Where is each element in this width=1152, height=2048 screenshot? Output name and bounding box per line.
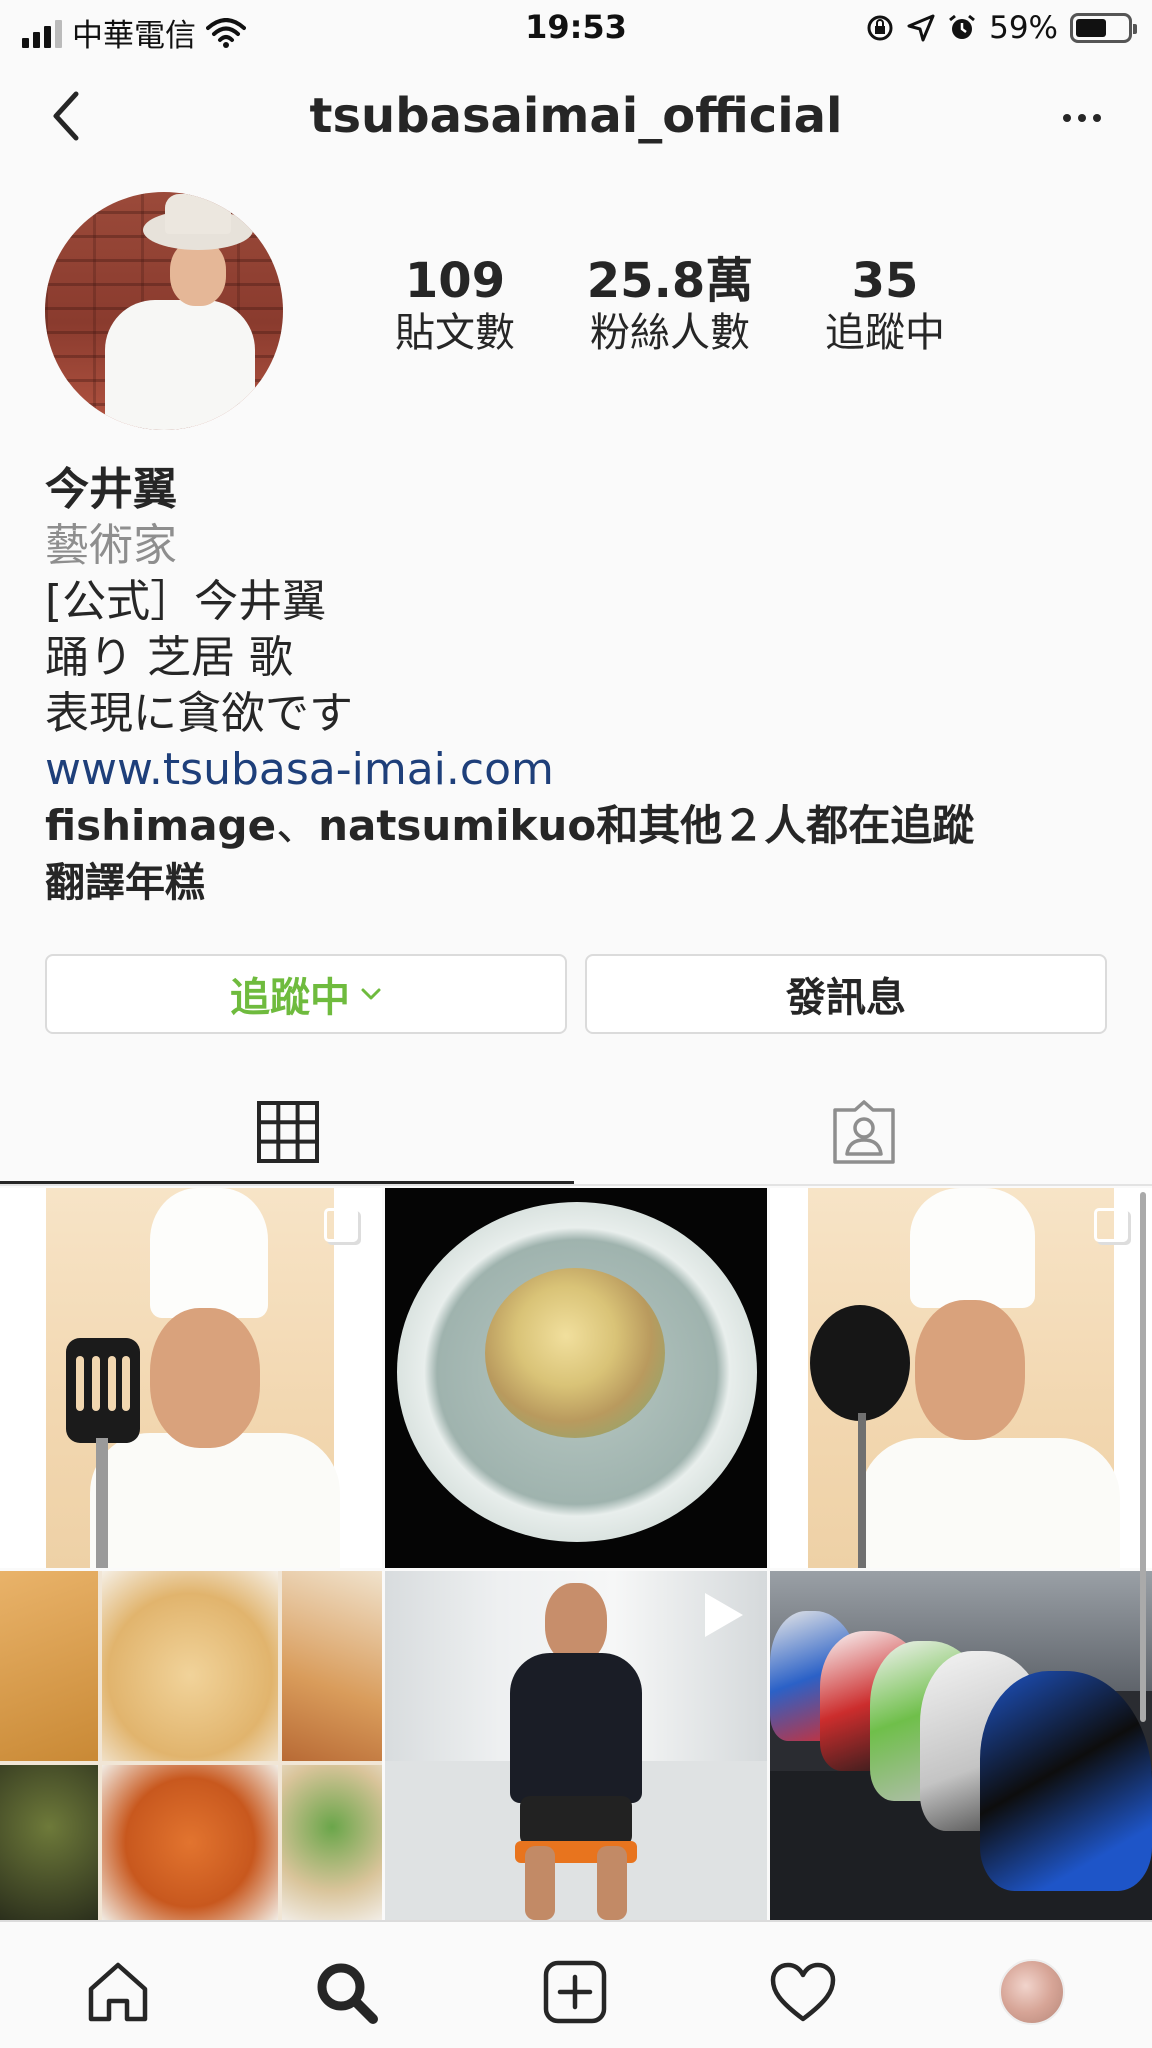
location-icon: [907, 14, 935, 42]
follower-username[interactable]: fishimage: [45, 801, 276, 850]
stat-label: 貼文數: [395, 309, 515, 356]
ladle-illustration: [810, 1305, 910, 1568]
spatula-illustration: [66, 1338, 140, 1568]
message-label: 發訊息: [786, 975, 906, 1021]
follower-username[interactable]: natsumikuo: [318, 801, 596, 850]
stat-label: 粉絲人數: [590, 309, 750, 356]
more-horizontal-icon: [1063, 114, 1071, 122]
profile-stats: 109 貼文數 25.8萬 粉絲人數 35 追蹤中: [360, 255, 980, 358]
profile-header: tsubasaimai_official: [0, 70, 1152, 166]
multiple-photos-icon: [1094, 1208, 1128, 1242]
post-thumbnail[interactable]: [0, 1571, 382, 1920]
following-button[interactable]: 追蹤中: [45, 954, 567, 1034]
home-icon: [88, 1962, 148, 2022]
bio-line: 踊り 芝居 歌: [45, 632, 293, 683]
alarm-icon: [949, 14, 976, 39]
battery-percent: 59%: [989, 10, 1058, 46]
nav-home[interactable]: [78, 1952, 158, 2032]
scrollbar[interactable]: [1140, 1192, 1146, 1722]
post-thumbnail[interactable]: [0, 1188, 382, 1568]
profile-avatar: [999, 1959, 1065, 2025]
followed-by-suffix: 和其他２人都在追蹤: [596, 801, 975, 850]
stat-value: 109: [404, 253, 506, 309]
profile-bio: 今井翼 藝術家 [公式］今井翼 踊り 芝居 歌 表現に貪欲です www.tsub…: [45, 462, 1115, 912]
tab-posts-grid[interactable]: [0, 1080, 576, 1184]
post-thumbnail[interactable]: [385, 1571, 767, 1920]
grid-icon: [257, 1101, 319, 1163]
post-thumbnail[interactable]: [770, 1188, 1152, 1568]
profile-avatar[interactable]: [45, 192, 283, 430]
separator: 、: [276, 801, 319, 850]
nav-activity[interactable]: [763, 1952, 843, 2032]
bio-line: [公式］今井翼: [45, 576, 327, 627]
posts-grid: [0, 1186, 1152, 1920]
bio-line: 表現に貪欲です: [45, 688, 353, 739]
screen-lock-icon: [867, 15, 893, 41]
profile-tabs: [0, 1080, 1152, 1184]
following-label: 追蹤中: [230, 975, 350, 1021]
search-icon: [317, 1963, 378, 2024]
bottom-nav: [0, 1920, 1152, 2048]
more-options-button[interactable]: [1052, 100, 1112, 136]
posts-count[interactable]: 109 貼文數: [360, 255, 550, 358]
heart-icon: [770, 1962, 836, 2022]
followers-count[interactable]: 25.8萬 粉絲人數: [575, 255, 765, 358]
followed-by[interactable]: fishimage、natsumikuo和其他２人都在追蹤: [45, 798, 1115, 854]
message-button[interactable]: 發訊息: [585, 954, 1107, 1034]
stat-value: 25.8萬: [586, 253, 754, 309]
display-name: 今井翼: [45, 464, 177, 515]
nav-profile[interactable]: [992, 1952, 1072, 2032]
status-bar: 中華電信 19:53 59%: [0, 0, 1152, 58]
stat-value: 35: [851, 253, 919, 309]
post-thumbnail[interactable]: [770, 1571, 1152, 1920]
stat-label: 追蹤中: [825, 309, 945, 356]
post-thumbnail[interactable]: [385, 1188, 767, 1568]
multiple-photos-icon: [324, 1208, 358, 1242]
video-play-icon: [705, 1593, 743, 1637]
category-label: 藝術家: [45, 520, 177, 571]
following-count[interactable]: 35 追蹤中: [790, 255, 980, 358]
tagged-person-icon: [833, 1100, 895, 1164]
translate-link[interactable]: 翻譯年糕: [45, 854, 1115, 912]
battery-icon: [1070, 13, 1137, 43]
chevron-down-icon: [361, 988, 381, 1000]
tab-tagged[interactable]: [576, 1080, 1152, 1184]
add-post-icon: [543, 1960, 607, 2024]
page-title: tsubasaimai_official: [309, 88, 843, 144]
nav-new-post[interactable]: [535, 1952, 615, 2032]
nav-search[interactable]: [306, 1952, 386, 2032]
website-link[interactable]: www.tsubasa-imai.com: [45, 742, 1115, 798]
